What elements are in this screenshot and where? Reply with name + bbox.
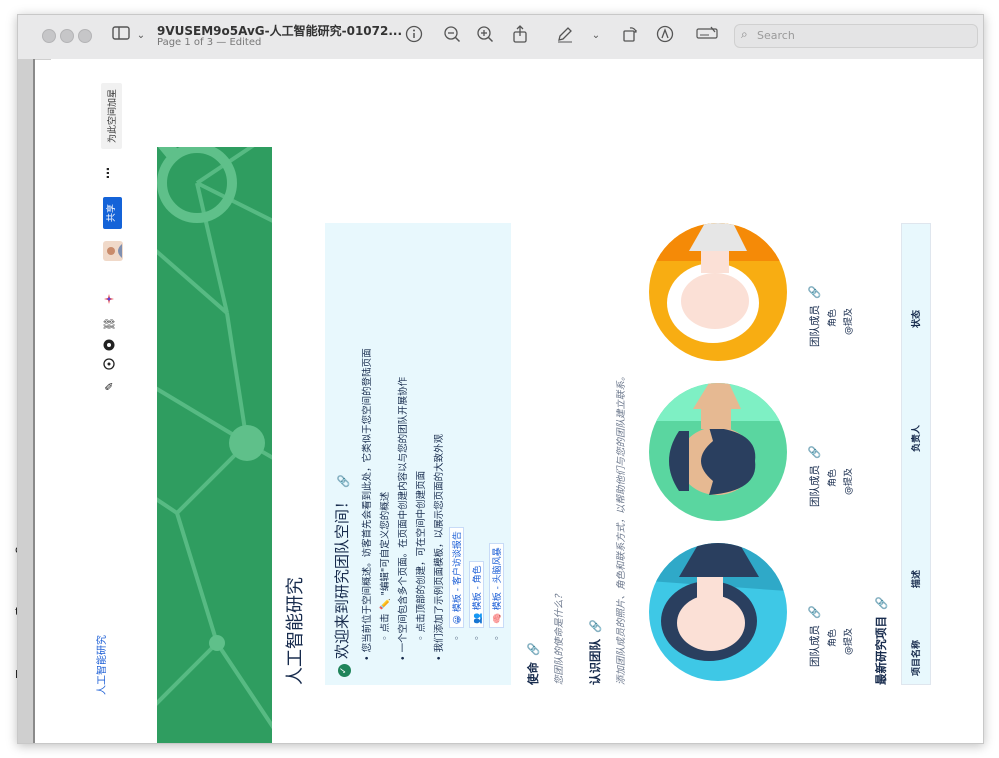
page-banner-image xyxy=(157,147,272,743)
member-mention[interactable]: @提及 xyxy=(841,527,854,655)
page-title: 人工智能研究 xyxy=(285,577,306,685)
team-member-avatar xyxy=(649,383,787,521)
bullet-item: • 您当前位于空间概述。访客首先会看到此处，它类似于您空间的登陆页面 xyxy=(362,348,373,661)
team-heading-text: 认识团队 xyxy=(588,639,602,685)
projects-heading: 最新研究项目 🔗 xyxy=(873,596,889,685)
check-icon: ✓ xyxy=(338,664,351,677)
info-icon[interactable] xyxy=(403,25,425,47)
welcome-panel: ✓ 欢迎来到研究团队空间！ 🔗 • 您当前位于空间概述。访客首先会看到此处，它类似于… xyxy=(325,223,511,685)
close-window-button[interactable] xyxy=(42,29,56,43)
template-2-label: 模板 - 角色 xyxy=(473,565,483,611)
zoom-in-icon[interactable] xyxy=(474,25,496,47)
member-mention[interactable]: @提及 xyxy=(841,367,854,495)
document-subtitle: Page 1 of 3 — Edited xyxy=(157,37,262,48)
anchor-link-icon[interactable]: 🔗 xyxy=(337,474,350,488)
share-button[interactable]: 共享 xyxy=(103,197,122,229)
anchor-link-icon[interactable]: 🔗 xyxy=(875,596,888,610)
star-space-button[interactable]: 为此空间加星 xyxy=(101,82,122,149)
sidebar-toggle-icon[interactable] xyxy=(110,25,132,47)
member-mention[interactable]: @提及 xyxy=(841,207,854,335)
link-icon[interactable]: ⛓ xyxy=(103,317,116,331)
zoom-window-button[interactable] xyxy=(78,29,92,43)
member-name: 团队成员 🔗 xyxy=(807,527,822,667)
edit-icon[interactable]: ✎ xyxy=(103,382,116,391)
search-field[interactable]: ⌕ Search xyxy=(734,24,978,48)
loom-icon[interactable] xyxy=(103,293,118,305)
member-name: 团队成员 🔗 xyxy=(807,367,822,507)
member-role: 角色 xyxy=(828,468,838,487)
team-member-card: 团队成员 🔗 角色 @提及 xyxy=(807,207,854,347)
team-member-avatar xyxy=(649,223,787,361)
window-toolbar: ⌄ 9VUSEM9o5AvG-人工智能研究-01072... Page 1 of… xyxy=(18,15,983,60)
anchor-link-icon[interactable]: 🔗 xyxy=(808,445,821,459)
minimize-window-button[interactable] xyxy=(60,29,74,43)
desktop-edge xyxy=(0,0,17,758)
comment-icon[interactable] xyxy=(103,358,118,370)
sidebar-edge xyxy=(18,59,33,743)
template-item: ◦ 👥 模板 - 角色 xyxy=(469,561,484,641)
team-heading: 认识团队 🔗 xyxy=(587,619,603,685)
template-link[interactable]: 🧠 模板 - 头脑风暴 xyxy=(489,543,504,629)
welcome-line-3: 一个空间包含多个页面。在页面中创建内容以与您的团队开展协作 xyxy=(398,376,409,653)
chevron-down-icon[interactable]: ⌄ xyxy=(585,25,607,47)
welcome-line-1: 您当前位于空间概述。访客首先会看到此处，它类似于您空间的登陆页面 xyxy=(362,348,373,653)
template-item: ◦ 😀 模板 - 客户访谈报告 xyxy=(449,527,464,641)
anchor-link-icon[interactable]: 🔗 xyxy=(527,642,540,656)
more-options-icon[interactable]: ⋯ xyxy=(101,167,115,179)
chevron-down-icon[interactable]: ⌄ xyxy=(130,25,152,47)
projects-heading-text: 最新研究项目 xyxy=(874,616,888,685)
preview-window: ⌄ 9VUSEM9o5AvG-人工智能研究-01072... Page 1 of… xyxy=(17,14,984,744)
mission-heading-text: 使命 xyxy=(526,662,540,685)
member-name: 团队成员 🔗 xyxy=(807,207,822,347)
member-name-text: 团队成员 xyxy=(809,465,821,507)
column-header[interactable]: 描述 xyxy=(909,570,922,588)
space-breadcrumb-link[interactable]: 人工智能研究 xyxy=(93,635,108,695)
search-placeholder: Search xyxy=(757,29,795,42)
anchor-link-icon[interactable]: 🔗 xyxy=(808,285,821,299)
anchor-link-icon[interactable]: 🔗 xyxy=(808,605,821,619)
template-1-label: 模板 - 客户访谈报告 xyxy=(453,531,463,613)
annotate-icon[interactable] xyxy=(654,25,676,47)
team-member-card: 团队成员 🔗 角色 @提及 xyxy=(807,367,854,507)
column-header[interactable]: 状态 xyxy=(909,310,922,328)
team-member-avatar xyxy=(649,543,787,681)
template-link[interactable]: 👥 模板 - 角色 xyxy=(469,561,484,629)
user-avatar[interactable] xyxy=(103,241,123,261)
sub-bullet-item: ◦ 点击顶部的创建，可在空间中创建页面 xyxy=(416,470,427,641)
form-fill-icon[interactable] xyxy=(694,25,720,47)
member-role: 角色 xyxy=(828,308,838,327)
template-link[interactable]: 😀 模板 - 客户访谈报告 xyxy=(449,527,464,629)
welcome-line-5: 我们添加了示例页面模板，以展示您页面的大致外观 xyxy=(434,433,445,653)
welcome-title-text: 欢迎来到研究团队空间！ xyxy=(333,493,351,659)
sub-bullet-item: ◦ 点击 ✏️ "编辑"可自定义您的概述 xyxy=(380,491,391,641)
team-placeholder: 添加团队成员的照片、角色和联系方式，以帮助他们与您的团队建立联系。 xyxy=(616,371,627,685)
welcome-line-4: 点击顶部的创建，可在空间中创建页面 xyxy=(416,470,427,633)
member-role: 角色 xyxy=(828,628,838,647)
column-header[interactable]: 项目名称 xyxy=(909,640,922,676)
member-name-text: 团队成员 xyxy=(809,625,821,667)
pdf-page: 人工智能研究 ✎ ⛓ 共享 ⋯ 为此空间加星 人工智能研究 ✓欢迎来到研究团队空… xyxy=(51,59,983,743)
mission-heading: 使命 🔗 xyxy=(525,642,541,685)
sidebar-divider xyxy=(33,59,35,743)
watch-icon[interactable] xyxy=(103,339,118,351)
template-3-label: 模板 - 头脑风暴 xyxy=(493,547,503,611)
welcome-title: ✓ 欢迎来到研究团队空间！ 🔗 xyxy=(331,474,352,677)
markup-pen-icon[interactable] xyxy=(554,25,576,47)
bullet-item: • 我们添加了示例页面模板，以展示您页面的大致外观 xyxy=(434,433,445,661)
column-header[interactable]: 负责人 xyxy=(909,425,922,452)
rotate-icon[interactable] xyxy=(619,25,641,47)
mission-placeholder: 您团队的使命是什么？ xyxy=(554,589,565,685)
search-icon: ⌕ xyxy=(741,27,748,41)
projects-table-header: 项目名称 描述 负责人 状态 xyxy=(901,223,931,685)
anchor-link-icon[interactable]: 🔗 xyxy=(589,619,602,633)
welcome-line-2: 点击 ✏️ "编辑"可自定义您的概述 xyxy=(380,491,391,633)
bullet-item: • 一个空间包含多个页面。在页面中创建内容以与您的团队开展协作 xyxy=(398,376,409,661)
share-icon[interactable] xyxy=(509,25,531,47)
zoom-out-icon[interactable] xyxy=(441,25,463,47)
member-name-text: 团队成员 xyxy=(809,305,821,347)
template-item: ◦ 🧠 模板 - 头脑风暴 xyxy=(489,543,504,641)
rotated-page-content: 人工智能研究 ✎ ⛓ 共享 ⋯ 为此空间加星 人工智能研究 ✓欢迎来到研究团队空… xyxy=(51,59,983,743)
team-member-card: 团队成员 🔗 角色 @提及 xyxy=(807,527,854,667)
